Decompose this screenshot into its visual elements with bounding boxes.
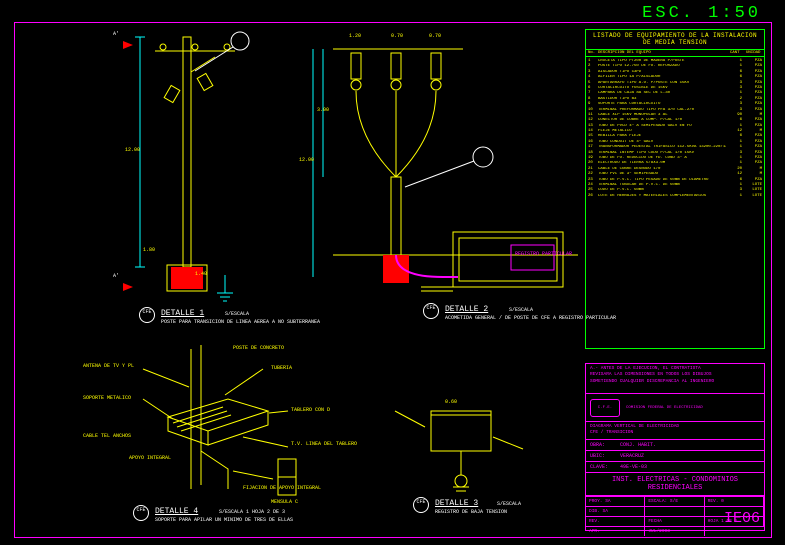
d4-lab-d: TUBERIA (271, 365, 292, 371)
dim-span2: 0.70 (429, 33, 441, 39)
tb-m1 (645, 506, 704, 516)
scale-label: ESC. 1:50 (642, 4, 761, 23)
equipment-row: 26LOTE DE HERRAJES Y MATERIALES COMPLEME… (586, 194, 764, 199)
detail-3-title: DETALLE 3 (435, 499, 478, 508)
tb-plano: INST. ELECTRICAS - CONDOMINIOS RESIDENCI… (586, 473, 764, 496)
tb-company-sub: COMISION FEDERAL DE ELECTRICIDAD (626, 406, 703, 410)
tb-l0: PROY. SA (586, 496, 645, 506)
tb-r3 (705, 526, 764, 536)
tb-obra-label: OBRA: (590, 442, 620, 448)
title-block: A.- ANTES DE LA EJECUCION, EL CONTRATIST… (585, 363, 765, 531)
tb-m2: FECHA (645, 516, 704, 526)
drawing-sheet-border: A' A' 12.00 1.40 1.80 CFE DETALLE 1 S/ES… (14, 22, 772, 538)
tb-logo-row: C.F.E. COMISION FEDERAL DE ELECTRICIDAD (586, 394, 764, 422)
tb-ubic-label: UBIC: (590, 453, 620, 459)
detail-1: A' A' 12.00 1.40 1.80 CFE DETALLE 1 S/ES… (85, 27, 285, 327)
detail-4-scale: S/ESCALA 1 HOJA 2 DE 3 (219, 509, 285, 515)
tb-clave-val: 49E-VE-03 (620, 464, 647, 470)
col-desc: DESCRIPCION DEL EQUIPO (596, 50, 728, 56)
detail-3-tag: CFE (413, 497, 429, 513)
detail-3-scale: S/ESCALA (497, 501, 521, 507)
dim-span1: 1.20 (349, 33, 361, 39)
detail-1-scale: S/ESCALA (225, 311, 249, 317)
d4-lab-c: SOPORTE METALICO (83, 395, 131, 401)
section-mark-bot: A' (113, 273, 119, 279)
detail-3: 0.60 CFE DETALLE 3 S/ESCALA REGISTRO DE … (385, 393, 535, 523)
dim-h-upper: 3.00 (317, 107, 329, 113)
detail-1-title: DETALLE 1 (161, 309, 204, 318)
tb-logo-mark: C.F.E. (590, 399, 620, 417)
d4-lab-k: APOYO INTEGRAL (129, 455, 171, 461)
tb-obra-val: CONJ. HABIT. (620, 442, 656, 448)
dim-h-set: 1.80 (143, 247, 155, 253)
tb-m0: ESCALA: S/E (645, 496, 704, 506)
register-label: REGISTRO PARTICULAR (515, 251, 572, 257)
detail-2-svg (293, 27, 583, 327)
detail-3-desc: REGISTRO DE BAJA TENSION (435, 509, 507, 515)
detail-2-tag: CFE (423, 303, 439, 319)
col-u: UNIDAD (744, 50, 764, 56)
equipment-header: LISTADO DE EQUIPAMIENTO DE LA INSTALACIO… (586, 30, 764, 50)
tb-l2: REV. (586, 516, 645, 526)
d3-dim-w: 0.60 (445, 399, 457, 405)
tb-notes: A.- ANTES DE LA EJECUCION, EL CONTRATIST… (586, 364, 764, 394)
tb-m3: JUL/2003 (645, 526, 704, 536)
tb-clave: CLAVE: 49E-VE-03 (586, 462, 764, 473)
tb-proj-1: CFE / TRANSICION (590, 430, 760, 436)
tb-ubic-val: VERACRUZ (620, 453, 644, 459)
detail-4-desc: SOPORTE PARA APILAR UN MINIMO DE TRES DE… (155, 517, 293, 523)
detail-4-tag: CFE (133, 505, 149, 521)
tb-l3: APR. (586, 526, 645, 536)
detail-4-title: DETALLE 4 (155, 507, 198, 516)
tb-ubic: UBIC: VERACRUZ (586, 451, 764, 462)
d4-lab-j: MENSULA C (271, 499, 298, 505)
detail-2-scale: S/ESCALA (509, 307, 533, 313)
tb-note-2: SOMETIENDO CUALQUIER DISCREPANCIA AL ING… (590, 379, 760, 385)
d4-lab-a: ANTENA DE TV Y PL (83, 363, 134, 369)
col-q: CANT (728, 50, 744, 56)
detail-2-title: DETALLE 2 (445, 305, 488, 314)
tb-project: DIAGRAMA VERTICAL DE ELECTRICIDAD CFE / … (586, 422, 764, 440)
tb-clave-label: CLAVE: (590, 464, 620, 470)
detail-1-tag: CFE (139, 307, 155, 323)
detail-2: 1.20 0.70 0.70 12.00 3.00 REGISTRO PARTI… (293, 27, 583, 327)
equipment-col-headers: No. DESCRIPCION DEL EQUIPO CANT UNIDAD (586, 50, 764, 57)
tb-l1: DIB. SA (586, 506, 645, 516)
dim-h-total: 12.00 (125, 147, 140, 153)
detail-1-svg (85, 27, 285, 327)
dim-h-below: 1.40 (195, 271, 207, 277)
equipment-rows: 1CRUCETA TIPO PT200 DE MADERA P/POSTE1PZ… (586, 57, 764, 201)
col-no: No. (586, 50, 596, 56)
tb-r0: REV. 0 (705, 496, 764, 506)
d4-lab-b: POSTE DE CONCRETO (233, 345, 284, 351)
tb-obra: OBRA: CONJ. HABIT. (586, 440, 764, 451)
dim-gap: 0.70 (391, 33, 403, 39)
section-mark-top: A' (113, 31, 119, 37)
tb-sheet-no: IE06 (724, 510, 760, 527)
equipment-list: LISTADO DE EQUIPAMIENTO DE LA INSTALACIO… (585, 29, 765, 349)
d4-lab-h: TABLERO CON D (291, 407, 330, 413)
detail-4: ANTENA DE TV Y PL SOPORTE METALICO CABLE… (73, 339, 353, 529)
d4-lab-g: CABLE TEL ANCHOS (83, 433, 131, 439)
d4-lab-l: FIJACION DE APOYO INTEGRAL (243, 485, 321, 491)
d4-lab-i: T.V. LINEA DEL TABLERO (291, 441, 357, 447)
dim-h-total2: 12.00 (299, 157, 314, 163)
